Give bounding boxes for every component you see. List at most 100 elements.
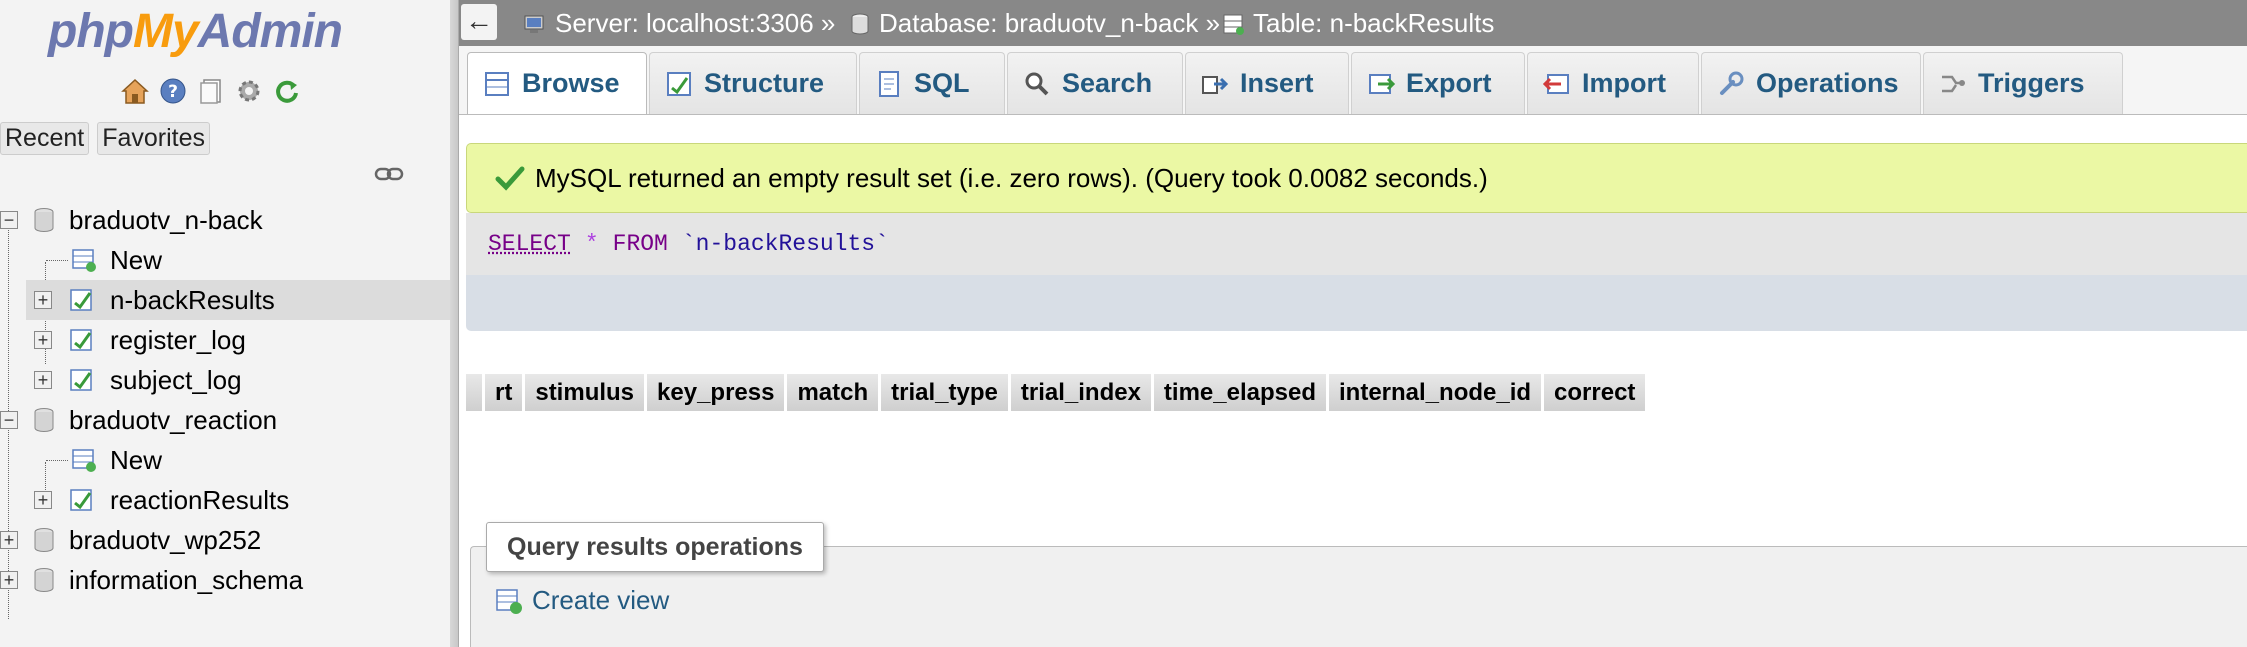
tree-db-braduotv-n-back[interactable]: − braduotv_n-back	[0, 200, 450, 240]
tab-sql-label[interactable]: SQL	[914, 68, 970, 99]
tree-table-n-backresults[interactable]: + n-backResults	[26, 280, 450, 320]
tab-search[interactable]: Search	[1007, 52, 1183, 114]
favorites-tab[interactable]: Favorites	[97, 122, 211, 155]
column-header-time-elapsed[interactable]: time_elapsed	[1153, 374, 1326, 411]
tree-table-label[interactable]: subject_log	[110, 365, 242, 396]
recent-tab[interactable]: Recent	[0, 122, 90, 155]
database-icon	[34, 568, 54, 592]
breadcrumb-table[interactable]: Table: n-backResults	[1221, 8, 1494, 39]
tab-insert[interactable]: Insert	[1185, 52, 1349, 114]
result-table-header: rt stimulus key_press match trial_type t…	[466, 374, 1646, 411]
breadcrumb-table-label[interactable]: Table: n-backResults	[1253, 8, 1494, 39]
column-header-trial-index[interactable]: trial_index	[1010, 374, 1151, 411]
breadcrumb-server-label[interactable]: Server: localhost:3306 »	[555, 8, 835, 39]
table-icon[interactable]	[68, 366, 96, 394]
sql-keyword-select[interactable]: SELECT	[488, 231, 571, 257]
nav-icon-bar: ?	[120, 76, 302, 106]
new-table-icon	[72, 249, 96, 272]
tab-sql[interactable]: SQL	[859, 52, 1005, 114]
column-header-stimulus[interactable]: stimulus	[525, 374, 645, 411]
panel-resizer[interactable]	[450, 0, 459, 647]
home-icon[interactable]	[120, 76, 150, 106]
tab-insert-label[interactable]: Insert	[1240, 68, 1314, 99]
sql-keyword-from: FROM	[612, 231, 668, 257]
tree-table-label[interactable]: reactionResults	[110, 485, 289, 516]
tree-table-label[interactable]: n-backResults	[110, 285, 275, 316]
reload-icon[interactable]	[272, 76, 302, 106]
tab-triggers[interactable]: Triggers	[1923, 52, 2123, 114]
table-icon[interactable]	[68, 286, 96, 314]
breadcrumb-bar: ← Server: localhost:3306 » Database: bra…	[459, 0, 2247, 46]
sql-table-name: `n-backResults`	[681, 231, 889, 257]
tab-operations[interactable]: Operations	[1701, 52, 1921, 114]
logo-part-php: php	[48, 5, 134, 58]
tab-import-label[interactable]: Import	[1582, 68, 1666, 99]
tree-db-braduotv-reaction[interactable]: − braduotv_reaction	[0, 400, 450, 440]
logo-part-my: My	[132, 5, 199, 58]
column-header-trial-type[interactable]: trial_type	[881, 374, 1008, 411]
expand-toggle[interactable]: +	[0, 531, 18, 549]
tree-db-label[interactable]: information_schema	[69, 565, 303, 596]
table-icon[interactable]	[68, 326, 96, 354]
tab-structure-label[interactable]: Structure	[704, 68, 824, 99]
tab-structure[interactable]: Structure	[649, 52, 857, 114]
column-header-rt[interactable]: rt	[485, 374, 523, 411]
create-view-icon	[496, 588, 522, 614]
expand-toggle[interactable]: +	[0, 571, 18, 589]
triggers-icon	[1942, 75, 1965, 92]
export-icon	[1369, 73, 1396, 94]
tab-import[interactable]: Import	[1527, 52, 1699, 114]
table-icon[interactable]	[68, 486, 96, 514]
tree-table-subject-log[interactable]: + subject_log	[0, 360, 450, 400]
tab-triggers-label[interactable]: Triggers	[1978, 68, 2085, 99]
column-header-correct[interactable]: correct	[1544, 374, 1646, 411]
success-message-text: MySQL returned an empty result set (i.e.…	[535, 162, 1488, 193]
collapse-toggle[interactable]: −	[0, 411, 18, 429]
create-view-link[interactable]: Create view	[494, 585, 669, 616]
breadcrumb-database[interactable]: Database: braduotv_n-back »	[847, 8, 1220, 39]
tab-browse[interactable]: Browse	[467, 52, 647, 114]
tab-search-label[interactable]: Search	[1062, 68, 1152, 99]
tree-db-braduotv-wp252[interactable]: + braduotv_wp252	[0, 520, 450, 560]
tree-new-label[interactable]: New	[110, 445, 162, 476]
tree-db-label[interactable]: braduotv_wp252	[69, 525, 261, 556]
wrench-icon	[1720, 71, 1744, 95]
help-icon[interactable]: ?	[158, 76, 188, 106]
expand-toggle[interactable]: +	[34, 331, 52, 349]
tree-table-label[interactable]: register_log	[110, 325, 246, 356]
link-with-main-panel-icon[interactable]	[374, 166, 404, 187]
tree-db-label[interactable]: braduotv_n-back	[69, 205, 263, 236]
tree-item-new[interactable]: New	[0, 240, 450, 280]
navigation-panel: phpMyAdmin ? Recent Favorites − braduotv…	[0, 0, 450, 647]
collapse-toggle[interactable]: −	[0, 211, 18, 229]
insert-icon	[1202, 75, 1229, 94]
collapse-nav-button[interactable]: ←	[461, 4, 497, 40]
phpmyadmin-logo[interactable]: phpMyAdmin	[48, 4, 343, 59]
create-view-label[interactable]: Create view	[532, 585, 669, 616]
tab-export[interactable]: Export	[1351, 52, 1525, 114]
success-message: MySQL returned an empty result set (i.e.…	[466, 143, 2247, 213]
database-icon	[34, 208, 54, 232]
sql-query-display: SELECT * FROM `n-backResults`	[466, 213, 2247, 275]
expand-toggle[interactable]: +	[34, 491, 52, 509]
tab-export-label[interactable]: Export	[1406, 68, 1492, 99]
column-header-key-press[interactable]: key_press	[647, 374, 785, 411]
tree-db-information-schema[interactable]: + information_schema	[0, 560, 450, 600]
breadcrumb-server[interactable]: Server: localhost:3306 »	[523, 8, 835, 39]
tree-item-new[interactable]: New	[0, 440, 450, 480]
expand-toggle[interactable]: +	[34, 291, 52, 309]
tree-db-label[interactable]: braduotv_reaction	[69, 405, 277, 436]
query-results-operations-legend: Query results operations	[486, 522, 824, 572]
tree-table-register-log[interactable]: + register_log	[0, 320, 450, 360]
expand-toggle[interactable]: +	[34, 371, 52, 389]
tree-table-reactionresults[interactable]: + reactionResults	[0, 480, 450, 520]
tab-operations-label[interactable]: Operations	[1756, 68, 1899, 99]
table-corner-cell	[466, 374, 482, 411]
tab-browse-label[interactable]: Browse	[522, 68, 620, 99]
column-header-internal-node-id[interactable]: internal_node_id	[1329, 374, 1542, 411]
docs-icon[interactable]	[196, 76, 226, 106]
settings-icon[interactable]	[234, 76, 264, 106]
column-header-match[interactable]: match	[787, 374, 879, 411]
tree-new-label[interactable]: New	[110, 245, 162, 276]
breadcrumb-database-label[interactable]: Database: braduotv_n-back »	[879, 8, 1220, 39]
